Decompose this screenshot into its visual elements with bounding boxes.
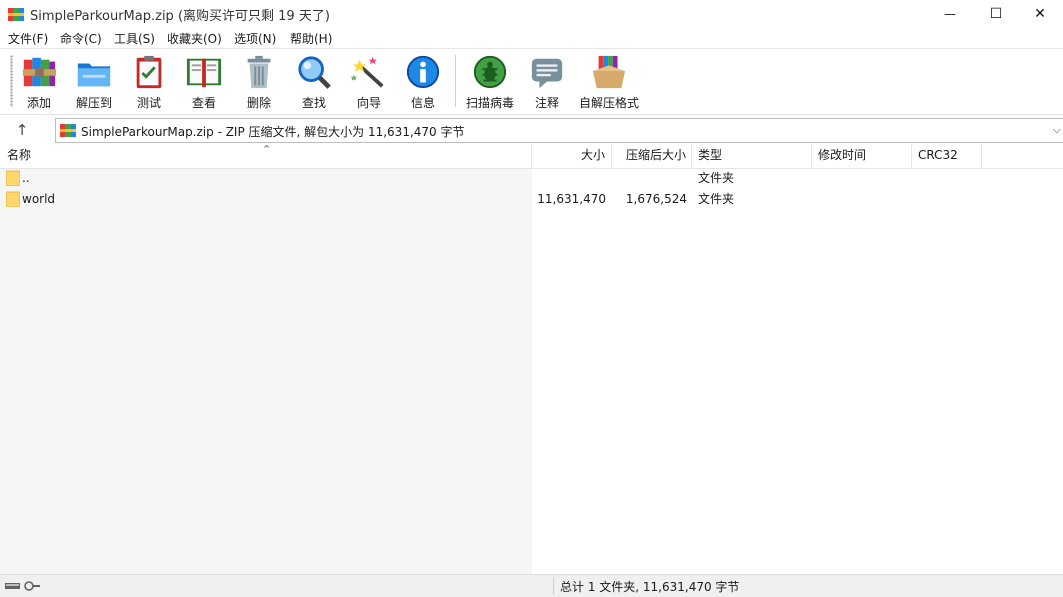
status-bar: 总计 1 文件夹, 11,631,470 字节 bbox=[0, 574, 1063, 597]
magnifier-icon bbox=[298, 56, 331, 89]
column-packed-label: 压缩后大小 bbox=[625, 148, 686, 162]
comment-icon bbox=[531, 58, 563, 89]
status-summary: 总计 1 文件夹, 11,631,470 字节 bbox=[560, 580, 740, 594]
column-header-type[interactable]: 类型 bbox=[692, 144, 812, 168]
column-header-crc[interactable]: CRC32 bbox=[912, 144, 982, 168]
add-button[interactable]: 添加 bbox=[19, 51, 59, 111]
virus-scan-icon bbox=[473, 55, 507, 89]
close-button[interactable]: ✕ bbox=[1017, 0, 1063, 28]
status-divider bbox=[553, 577, 554, 595]
row-name: world bbox=[22, 192, 56, 206]
menu-tools[interactable]: 工具(S) bbox=[114, 30, 155, 47]
title-bar: SimpleParkourMap.zip (离购买许可只剩 19 天了) — ☐… bbox=[0, 0, 1063, 28]
row-type: 文件夹 bbox=[698, 192, 735, 206]
menu-commands[interactable]: 命令(C) bbox=[60, 30, 102, 47]
virus-scan-label: 扫描病毒 bbox=[465, 96, 514, 110]
wizard-wand-icon bbox=[351, 56, 384, 88]
address-path: SimpleParkourMap.zip - ZIP 压缩文件, 解包大小为 1… bbox=[81, 125, 465, 139]
find-button[interactable]: 查找 bbox=[294, 51, 334, 111]
column-size-label: 大小 bbox=[580, 148, 605, 162]
add-label: 添加 bbox=[26, 96, 51, 110]
row-name: .. bbox=[22, 171, 30, 185]
comment-button[interactable]: 注释 bbox=[527, 51, 567, 111]
address-bar: ↑ SimpleParkourMap.zip - ZIP 压缩文件, 解包大小为… bbox=[0, 114, 1063, 145]
find-label: 查找 bbox=[301, 96, 326, 110]
books-add-icon bbox=[22, 57, 57, 87]
menu-favorites[interactable]: 收藏夹(O) bbox=[167, 30, 222, 47]
toolbar: 添加 解压到 测试 查看 删除 查找 向导 信息 扫描病毒 注释 自解压格式 bbox=[0, 48, 1063, 115]
extract-to-button[interactable]: 解压到 bbox=[74, 51, 114, 111]
row-packed: 1,676,524 bbox=[625, 192, 687, 206]
test-button[interactable]: 测试 bbox=[129, 51, 169, 111]
column-name-label: 名称 bbox=[7, 148, 32, 162]
menu-help[interactable]: 帮助(H) bbox=[290, 30, 332, 47]
table-row[interactable]: .. 文件夹 bbox=[0, 168, 1063, 189]
maximize-button[interactable]: ☐ bbox=[973, 0, 1019, 28]
toolbar-separator bbox=[455, 55, 456, 107]
folder-extract-icon bbox=[77, 63, 111, 87]
column-modified-label: 修改时间 bbox=[818, 148, 867, 162]
table-row[interactable]: world 11,631,470 1,676,524 文件夹 bbox=[0, 189, 1063, 210]
sfx-box-icon bbox=[592, 55, 626, 89]
row-size bbox=[532, 168, 606, 189]
up-folder-button[interactable]: ↑ bbox=[4, 118, 40, 142]
column-header-name[interactable]: 名称 ⌃ bbox=[0, 143, 532, 168]
arrow-up-icon: ↑ bbox=[15, 121, 29, 139]
view-label: 查看 bbox=[191, 96, 216, 110]
folder-icon bbox=[6, 191, 20, 207]
row-size: 11,631,470 bbox=[537, 192, 606, 206]
minimize-icon: — bbox=[944, 7, 956, 21]
winrar-app-icon[interactable] bbox=[8, 6, 24, 22]
clipboard-test-icon bbox=[136, 55, 162, 89]
menu-bar: 文件(F) 命令(C) 工具(S) 收藏夹(O) 选项(N) 帮助(H) bbox=[0, 28, 1063, 48]
delete-label: 删除 bbox=[246, 96, 271, 110]
view-button[interactable]: 查看 bbox=[183, 51, 225, 111]
wizard-button[interactable]: 向导 bbox=[349, 51, 389, 111]
name-column-background bbox=[0, 168, 532, 574]
column-crc-label: CRC32 bbox=[918, 148, 958, 162]
comment-label: 注释 bbox=[534, 96, 559, 110]
row-type: 文件夹 bbox=[698, 171, 735, 185]
info-button[interactable]: 信息 bbox=[403, 51, 443, 111]
info-icon bbox=[406, 55, 440, 89]
sfx-label: 自解压格式 bbox=[578, 96, 639, 110]
trash-icon bbox=[247, 55, 271, 89]
window-title: SimpleParkourMap.zip (离购买许可只剩 19 天了) bbox=[30, 9, 330, 24]
archive-icon bbox=[60, 124, 76, 137]
folder-icon bbox=[6, 170, 20, 186]
toolbar-grip[interactable] bbox=[10, 55, 13, 107]
address-field[interactable]: SimpleParkourMap.zip - ZIP 压缩文件, 解包大小为 1… bbox=[55, 118, 1063, 143]
minimize-button[interactable]: — bbox=[927, 0, 973, 28]
delete-button[interactable]: 删除 bbox=[239, 51, 279, 111]
book-view-icon bbox=[186, 58, 222, 88]
virus-scan-button[interactable]: 扫描病毒 bbox=[464, 51, 516, 111]
menu-file[interactable]: 文件(F) bbox=[8, 30, 48, 47]
test-label: 测试 bbox=[136, 96, 161, 110]
extract-to-label: 解压到 bbox=[75, 96, 112, 110]
chevron-down-icon[interactable]: ⌵ bbox=[1053, 123, 1061, 137]
menu-options[interactable]: 选项(N) bbox=[234, 30, 276, 47]
close-icon: ✕ bbox=[1034, 6, 1046, 22]
drive-key-icon[interactable] bbox=[5, 580, 41, 592]
maximize-icon: ☐ bbox=[989, 6, 1003, 22]
column-header-size[interactable]: 大小 bbox=[532, 144, 612, 168]
info-label: 信息 bbox=[410, 96, 435, 110]
sfx-button[interactable]: 自解压格式 bbox=[578, 51, 640, 111]
column-type-label: 类型 bbox=[698, 148, 723, 162]
wizard-label: 向导 bbox=[356, 96, 381, 110]
file-list[interactable]: 名称 ⌃ 大小 压缩后大小 类型 修改时间 CRC32 .. 文件夹 world… bbox=[0, 143, 1063, 574]
sort-ascending-icon: ⌃ bbox=[262, 143, 272, 156]
column-header-packed[interactable]: 压缩后大小 bbox=[612, 144, 692, 168]
row-packed bbox=[612, 168, 687, 189]
list-header: 名称 ⌃ 大小 压缩后大小 类型 修改时间 CRC32 bbox=[0, 143, 1063, 169]
column-header-modified[interactable]: 修改时间 bbox=[812, 144, 912, 168]
